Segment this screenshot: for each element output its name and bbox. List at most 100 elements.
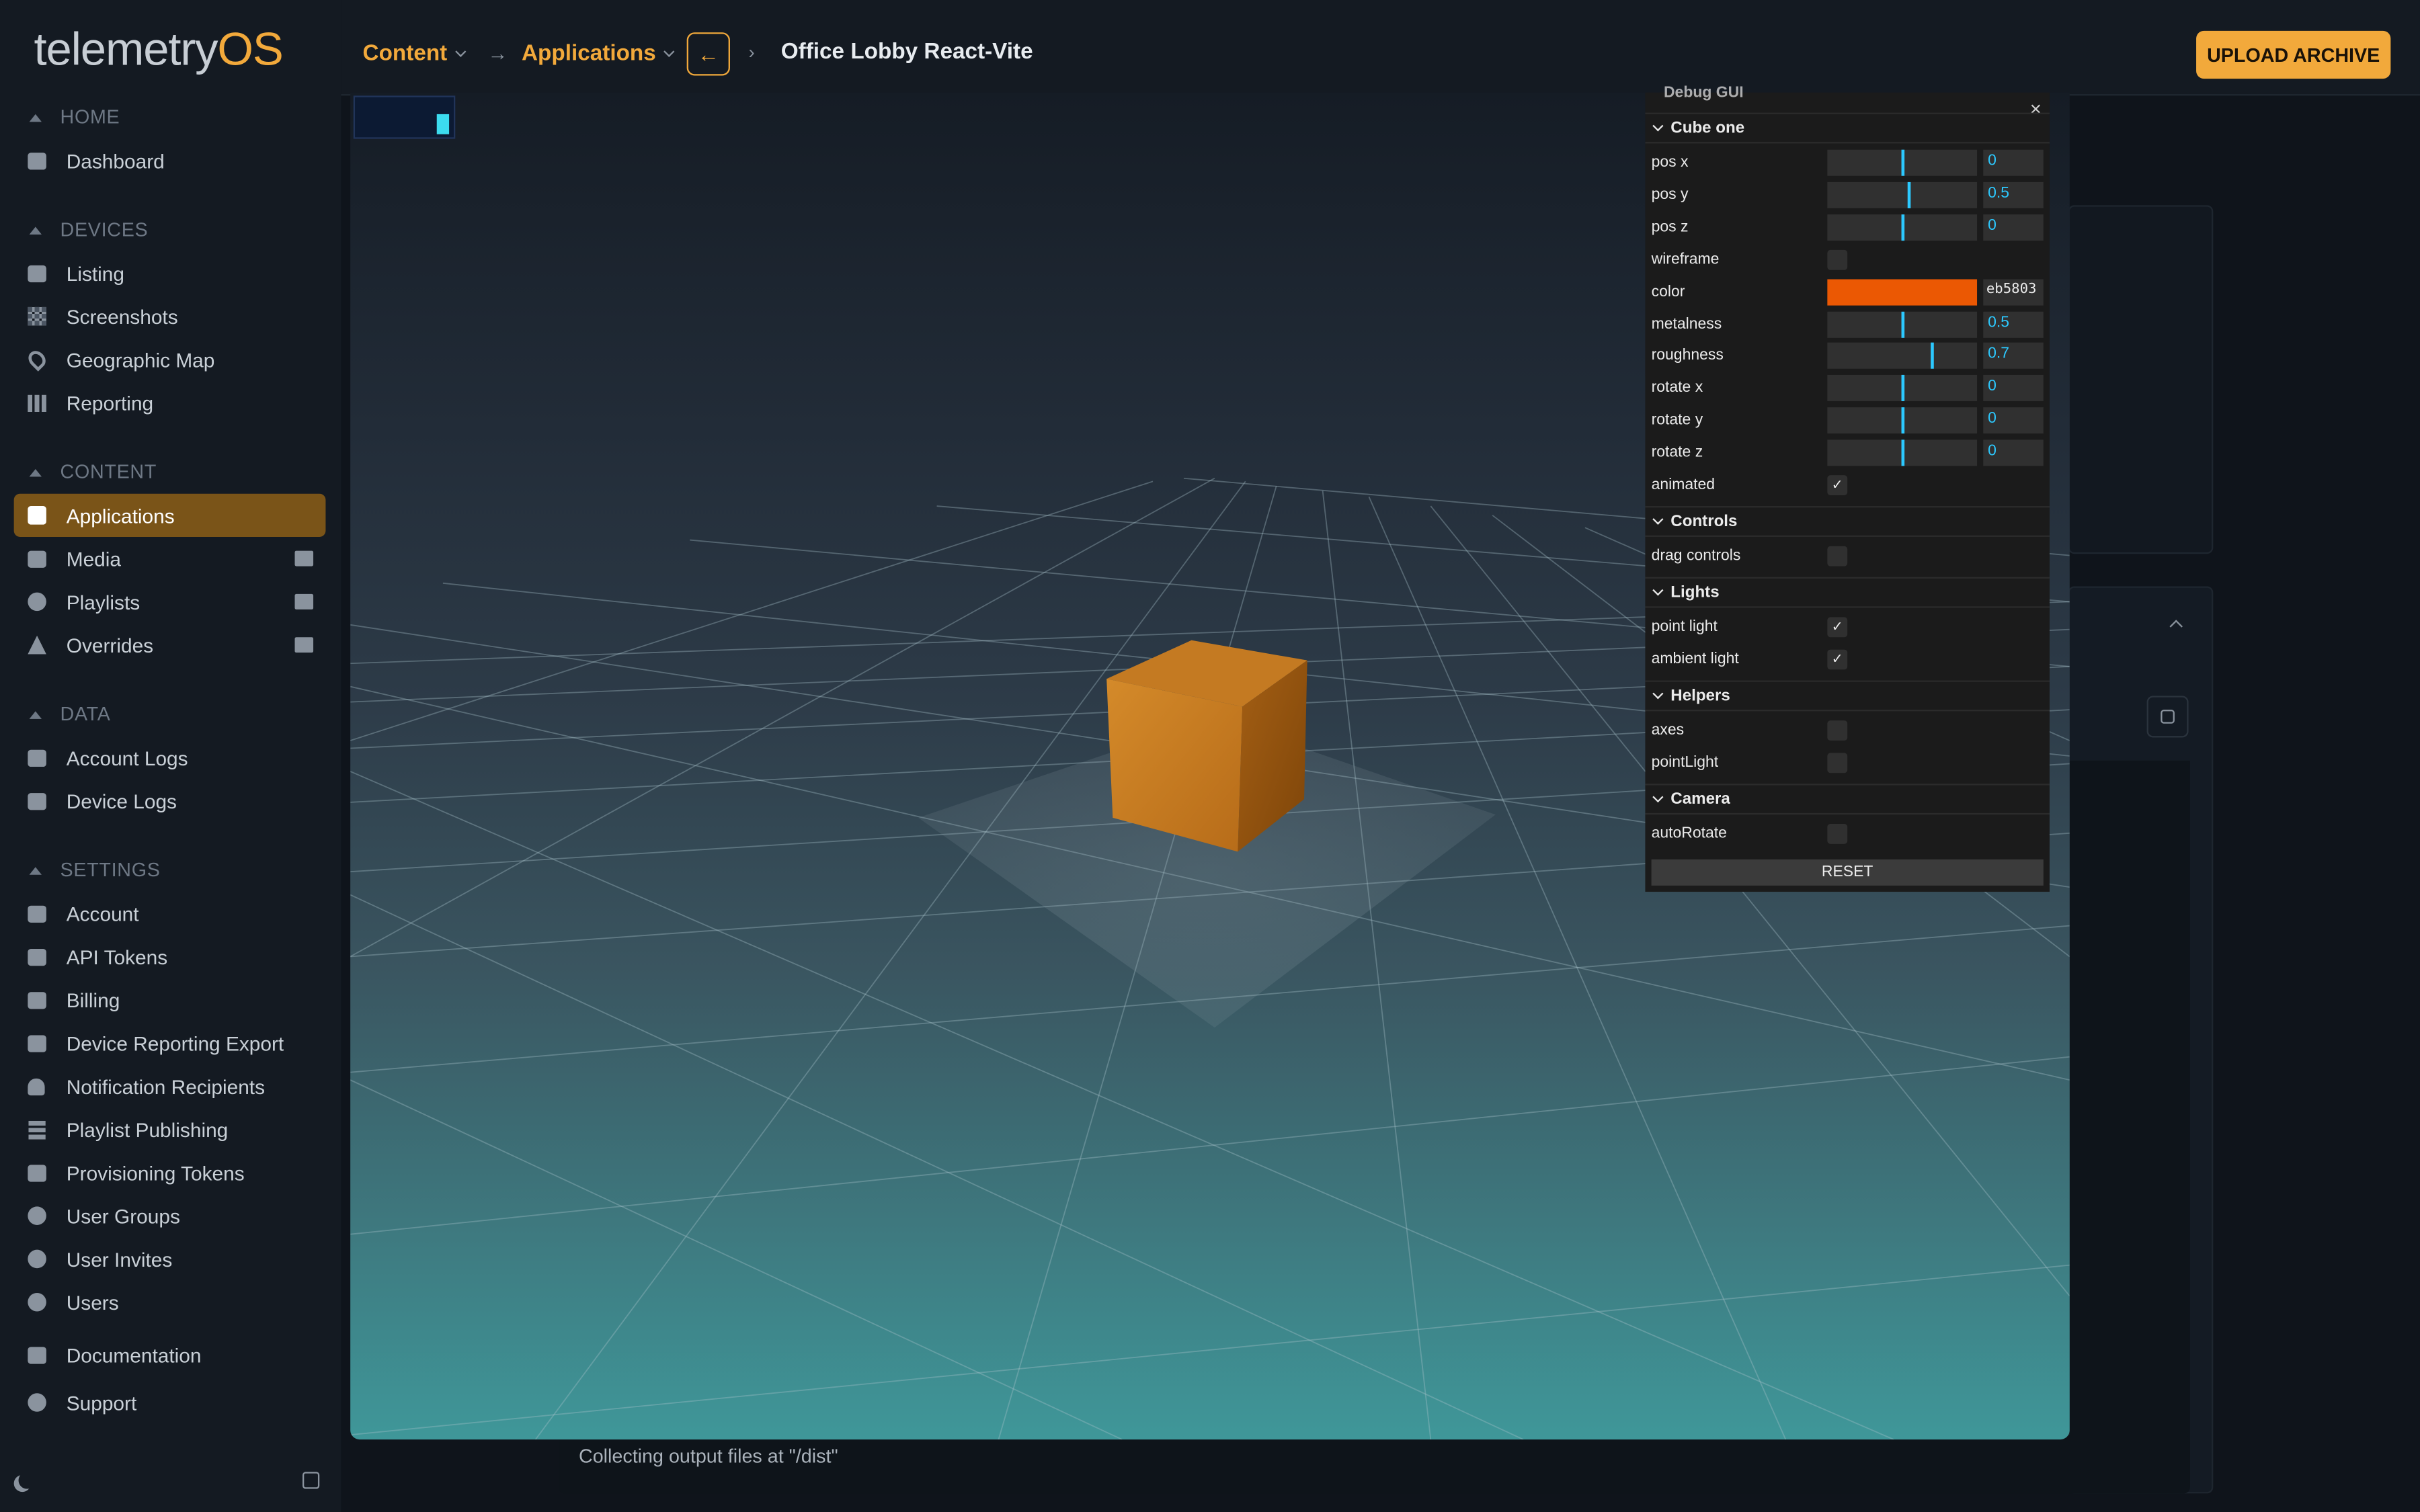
copy-icon (2161, 710, 2175, 724)
rotate-x-value-input[interactable]: 0 (1983, 375, 2044, 402)
folder-cube-one[interactable]: Cube one (1645, 112, 2050, 144)
sidebar-item-overrides[interactable]: Overrides (14, 624, 326, 667)
stats-panel[interactable] (353, 95, 456, 139)
pos-z-value-input[interactable]: 0 (1983, 214, 2044, 241)
sidebar-item-user-groups[interactable]: User Groups (14, 1194, 326, 1237)
animated-checkbox[interactable]: ✓ (1827, 475, 1848, 495)
rotate-z-value-input[interactable]: 0 (1983, 439, 2044, 466)
pos-y-slider[interactable] (1827, 181, 1978, 208)
section-data[interactable]: DATA (26, 698, 111, 732)
sidebar-item-dashboard[interactable]: Dashboard (14, 139, 326, 182)
rotate-y-value-input[interactable]: 0 (1983, 407, 2044, 434)
folder-icon[interactable] (294, 593, 314, 610)
folder-icon[interactable] (294, 637, 314, 653)
metalness-slider[interactable] (1827, 310, 1978, 337)
gui-label: pointLight (1651, 754, 1719, 771)
slider-knob[interactable] (1900, 149, 1904, 176)
sidebar-item-users[interactable]: Users (14, 1281, 326, 1324)
pos-z-slider[interactable] (1827, 214, 1978, 241)
reset-button[interactable]: RESET (1651, 859, 2044, 886)
gui-label: rotate x (1651, 380, 1703, 397)
slider-knob[interactable] (1900, 310, 1904, 337)
point-light-checkbox[interactable]: ✓ (1827, 617, 1848, 638)
chevron-down-icon (663, 46, 675, 58)
account-icon (26, 904, 46, 923)
color-hex-input[interactable]: eb5803 (1983, 278, 2044, 305)
rotate-x-slider[interactable] (1827, 375, 1978, 402)
autorotate-checkbox[interactable] (1827, 824, 1848, 844)
sidebar-item-support[interactable]: Support (14, 1381, 326, 1424)
slider-knob[interactable] (1908, 181, 1911, 208)
section-content[interactable]: CONTENT (26, 455, 157, 489)
pos-x-slider[interactable] (1827, 149, 1978, 176)
sidebar-item-screenshots[interactable]: Screenshots (14, 295, 326, 338)
pos-y-value-input[interactable]: 0.5 (1983, 181, 2044, 208)
sidebar-item-playlists[interactable]: Playlists (14, 580, 326, 623)
sidebar-item-label: Device Logs (66, 789, 177, 812)
sidebar-item-listing[interactable]: Listing (14, 251, 326, 294)
sidebar-item-user-invites[interactable]: User Invites (14, 1237, 326, 1280)
collapse-triangle-icon (29, 468, 42, 476)
folder-lights[interactable]: Lights (1645, 577, 2050, 608)
section-devices[interactable]: DEVICES (26, 213, 148, 247)
slider-knob[interactable] (1900, 407, 1904, 434)
sidebar-item-billing[interactable]: Billing (14, 978, 326, 1021)
pos-x-value-input[interactable]: 0 (1983, 149, 2044, 176)
chevron-up-icon[interactable] (2169, 620, 2183, 633)
sidebar-item-device-logs[interactable]: Device Logs (14, 779, 326, 822)
sidebar-item-label: Dashboard (66, 149, 165, 172)
section-title: HOME (60, 106, 120, 128)
sidebar-item-media[interactable]: Media (14, 537, 326, 580)
folder-controls[interactable]: Controls (1645, 506, 2050, 537)
upload-archive-button[interactable]: UPLOAD ARCHIVE (2196, 30, 2391, 79)
gui-label: point light (1651, 618, 1718, 636)
sidebar-item-geographic-map[interactable]: Geographic Map (14, 338, 326, 381)
sidebar-item-playlist-publishing[interactable]: Playlist Publishing (14, 1107, 326, 1150)
breadcrumb-content[interactable]: Content (362, 0, 466, 108)
back-button[interactable]: ← (686, 32, 730, 76)
section-title: CONTENT (60, 461, 157, 483)
gui-label: animated (1651, 476, 1716, 494)
slider-knob[interactable] (1900, 214, 1904, 241)
sidebar-item-api-tokens[interactable]: API Tokens (14, 935, 326, 978)
roughness-slider[interactable] (1827, 343, 1978, 370)
axes-checkbox[interactable] (1827, 720, 1848, 741)
sidebar-item-documentation[interactable]: Documentation (14, 1333, 326, 1376)
sidebar-item-account-logs[interactable]: Account Logs (14, 736, 326, 779)
gui-row-pos-y: pos y 0.5 (1645, 179, 2050, 211)
sidebar-item-reporting[interactable]: Reporting (14, 381, 326, 424)
slider-knob[interactable] (1900, 439, 1904, 466)
rotate-y-slider[interactable] (1827, 407, 1978, 434)
breadcrumb-label: Content (362, 41, 448, 67)
collapse-sidebar-icon[interactable] (302, 1472, 320, 1489)
chevron-right-icon: › (748, 41, 755, 64)
breadcrumb-applications[interactable]: Applications (522, 0, 675, 108)
gui-label: wireframe (1651, 251, 1720, 268)
sidebar-item-label: Listing (66, 261, 124, 285)
wireframe-checkbox[interactable] (1827, 249, 1848, 270)
slider-knob[interactable] (1930, 343, 1933, 370)
sidebar-item-applications[interactable]: Applications (13, 493, 326, 537)
copy-button[interactable] (2146, 696, 2189, 738)
sidebar-item-label: Account (66, 901, 139, 925)
drag-controls-checkbox[interactable] (1827, 546, 1848, 566)
folder-icon[interactable] (294, 550, 314, 566)
gui-title[interactable]: Debug GUI (1664, 85, 1744, 101)
folder-camera[interactable]: Camera (1645, 784, 2050, 815)
rotate-z-slider[interactable] (1827, 439, 1978, 466)
telemetryos-logo[interactable]: telemetryOS (34, 25, 284, 77)
sidebar-item-notification-recipients[interactable]: Notification Recipients (14, 1064, 326, 1107)
section-home[interactable]: HOME (26, 100, 120, 134)
metalness-value-input[interactable]: 0.5 (1983, 310, 2044, 337)
roughness-value-input[interactable]: 0.7 (1983, 343, 2044, 370)
color-swatch[interactable] (1827, 278, 1978, 305)
pointlight-helper-checkbox[interactable] (1827, 753, 1848, 773)
section-settings[interactable]: SETTINGS (26, 853, 161, 888)
ambient-light-checkbox[interactable]: ✓ (1827, 649, 1848, 670)
dark-mode-toggle-icon[interactable] (19, 1472, 36, 1488)
folder-helpers[interactable]: Helpers (1645, 680, 2050, 712)
sidebar-item-device-reporting-export[interactable]: Device Reporting Export (14, 1021, 326, 1064)
slider-knob[interactable] (1900, 375, 1904, 402)
sidebar-item-provisioning-tokens[interactable]: Provisioning Tokens (14, 1151, 326, 1194)
sidebar-item-account[interactable]: Account (14, 892, 326, 935)
